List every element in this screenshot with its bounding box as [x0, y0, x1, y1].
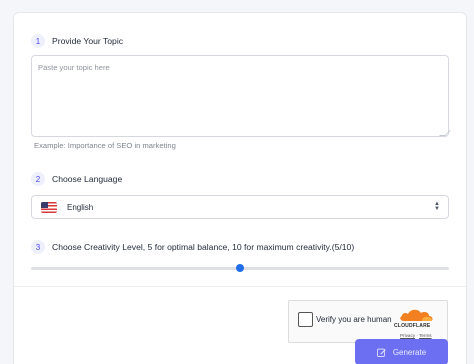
- terms-link[interactable]: Terms: [419, 333, 432, 338]
- creativity-section-title: Choose Creativity Level, 5 for optimal b…: [52, 242, 355, 252]
- cloudflare-cloud-icon: [400, 309, 433, 321]
- generate-button[interactable]: Generate: [355, 339, 448, 364]
- step-badge-1: 1: [31, 34, 45, 48]
- generate-button-label: Generate: [392, 347, 427, 357]
- step-badge-2: 2: [31, 172, 45, 186]
- chevron-up-down-icon: ▲ ▼: [434, 201, 440, 212]
- language-select[interactable]: English ▲ ▼: [31, 195, 449, 219]
- step-badge-3: 3: [31, 240, 45, 254]
- captcha-widget: Verify you are human CLOUDFLARE Privacy …: [288, 300, 448, 343]
- captcha-links: Privacy · Terms: [400, 333, 432, 338]
- captcha-checkbox[interactable]: [298, 312, 313, 327]
- creativity-slider-thumb[interactable]: [236, 264, 244, 272]
- language-section-header: 2 Choose Language: [31, 172, 122, 186]
- topic-input[interactable]: [31, 55, 449, 137]
- cloudflare-wordmark: CLOUDFLARE: [394, 323, 431, 329]
- edit-icon: [376, 348, 386, 357]
- captcha-label: Verify you are human: [316, 315, 392, 324]
- language-selected-value: English: [67, 202, 94, 212]
- footer-divider: [14, 286, 466, 287]
- language-section-title: Choose Language: [52, 174, 123, 184]
- us-flag-icon: [41, 201, 57, 213]
- creativity-section-header: 3 Choose Creativity Level, 5 for optimal…: [31, 240, 354, 254]
- privacy-link[interactable]: Privacy: [400, 333, 415, 338]
- generator-form-card: 1 Provide Your Topic Example: Importance…: [13, 12, 467, 364]
- topic-section-header: 1 Provide Your Topic: [31, 34, 123, 48]
- topic-example-hint: Example: Importance of SEO in marketing: [34, 141, 176, 150]
- topic-section-title: Provide Your Topic: [52, 36, 124, 46]
